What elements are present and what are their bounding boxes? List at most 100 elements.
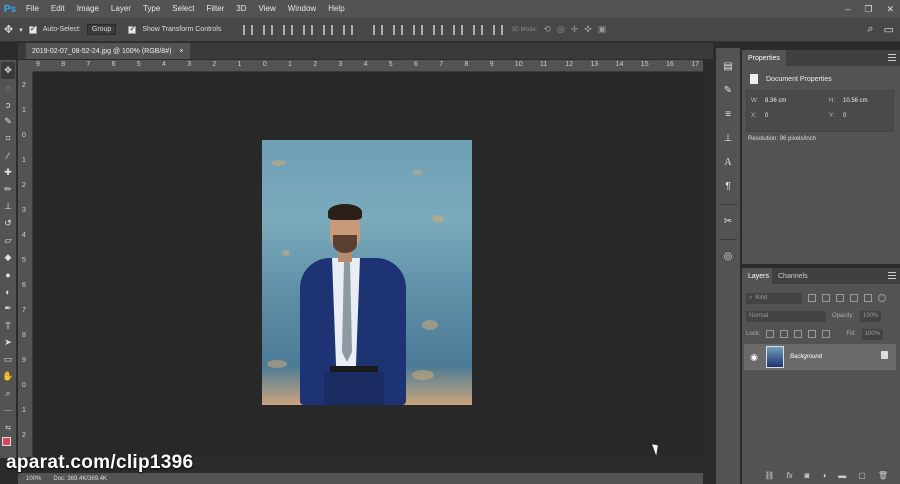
foreground-color-swatch[interactable] [2, 437, 11, 446]
character-panel-icon[interactable]: A [720, 152, 736, 172]
adjustment-layer-icon[interactable]: ◑ [821, 471, 826, 480]
history-brush-tool-icon[interactable]: ↺ [1, 215, 15, 232]
layer-filter-dropdown[interactable]: ⌕ Kind [746, 292, 802, 304]
menu-help[interactable]: Help [322, 0, 350, 18]
3d-scale-icon[interactable]: ▣ [598, 24, 607, 35]
delete-layer-icon[interactable]: 🗑 [878, 471, 888, 480]
tab-properties[interactable]: Properties [742, 50, 786, 66]
layer-style-icon[interactable]: fx [786, 471, 792, 480]
3d-rotate-icon[interactable]: ⟲ [543, 24, 551, 35]
menu-3d[interactable]: 3D [230, 0, 252, 18]
lock-artboard-icon[interactable] [808, 330, 817, 338]
close-tab-icon[interactable]: × [179, 48, 183, 55]
filter-toggle-icon[interactable] [878, 294, 886, 302]
chevron-down-icon[interactable]: ▾ [19, 26, 23, 34]
filter-pixel-icon[interactable] [808, 294, 816, 302]
panel-menu-icon[interactable] [888, 272, 896, 279]
move-tool-icon[interactable]: ✥ [4, 23, 13, 36]
document-tab[interactable]: 2019-02-07_08-52-24.jpg @ 100% (RGB/8#) … [26, 43, 190, 59]
align-vcenter-icon[interactable] [263, 24, 274, 35]
path-select-tool-icon[interactable]: ➤ [1, 334, 15, 351]
align-hcenter-icon[interactable] [323, 24, 334, 35]
menu-select[interactable]: Select [166, 0, 200, 18]
menu-file[interactable]: File [20, 0, 45, 18]
visibility-eye-icon[interactable]: ◉ [748, 352, 760, 363]
x-field[interactable]: 0 [765, 113, 768, 119]
auto-select-checkbox[interactable] [28, 24, 37, 34]
lock-image-icon[interactable] [780, 330, 789, 338]
clone-stamp-tool-icon[interactable]: ⊥ [1, 198, 15, 215]
lasso-tool-icon[interactable]: ↄ [1, 96, 15, 113]
layer-name[interactable]: Background [790, 354, 822, 360]
healing-brush-tool-icon[interactable]: ✚ [1, 164, 15, 181]
zoom-level[interactable]: 100% [26, 476, 41, 482]
workspace-icon[interactable]: ▭ [884, 23, 894, 36]
clone-source-panel-icon[interactable]: ⊥ [720, 128, 736, 148]
menu-edit[interactable]: Edit [45, 0, 71, 18]
marquee-tool-icon[interactable]: ◌ [1, 79, 15, 96]
adjustments-panel-icon[interactable]: ≡ [720, 104, 736, 124]
distribute-left-icon[interactable] [433, 24, 444, 35]
new-group-icon[interactable]: ▬ [838, 471, 846, 480]
opacity-field[interactable]: 100% [860, 310, 882, 322]
tab-channels[interactable]: Channels [772, 268, 814, 284]
3d-pan-icon[interactable]: ✛ [571, 24, 579, 35]
distribute-right-icon[interactable] [473, 24, 484, 35]
document-image[interactable] [262, 140, 472, 405]
filter-type-icon[interactable] [836, 294, 844, 302]
align-right-icon[interactable] [343, 24, 354, 35]
add-mask-icon[interactable]: ◙ [805, 471, 810, 480]
eraser-tool-icon[interactable]: ▱ [1, 232, 15, 249]
menu-filter[interactable]: Filter [201, 0, 231, 18]
distribute-top-icon[interactable] [373, 24, 384, 35]
move-tool-icon[interactable]: ✥ [1, 62, 15, 79]
type-tool-icon[interactable]: T [1, 317, 15, 334]
layer-row[interactable]: ◉ Background [744, 344, 896, 370]
more-tools-icon[interactable]: ⋯ [1, 402, 15, 419]
rectangle-tool-icon[interactable]: ▭ [1, 351, 15, 368]
minimize-icon[interactable]: – [845, 4, 850, 14]
tab-layers[interactable]: Layers [742, 268, 776, 284]
3d-slide-icon[interactable]: ✜ [584, 24, 592, 35]
quick-select-tool-icon[interactable]: ✎ [1, 113, 15, 130]
y-field[interactable]: 0 [843, 113, 846, 119]
hand-tool-icon[interactable]: ✋ [1, 368, 15, 385]
restore-icon[interactable]: ❐ [864, 4, 872, 15]
align-bottom-icon[interactable] [283, 24, 294, 35]
dodge-tool-icon[interactable]: ◐ [1, 283, 15, 300]
panel-menu-icon[interactable] [888, 54, 896, 61]
link-layers-icon[interactable]: ⛓ [764, 471, 774, 480]
distribute-hcenter-icon[interactable] [453, 24, 464, 35]
blur-tool-icon[interactable]: ● [1, 266, 15, 283]
search-icon[interactable]: ⌕ [867, 23, 873, 36]
pen-tool-icon[interactable]: ✒ [1, 300, 15, 317]
fill-field[interactable]: 100% [861, 328, 884, 340]
brush-panel-icon[interactable]: ✎ [720, 80, 736, 100]
history-panel-icon[interactable]: ▤ [720, 56, 736, 76]
lock-transparent-icon[interactable] [766, 330, 775, 338]
tool-presets-icon[interactable]: ✂ [720, 211, 736, 231]
align-top-icon[interactable] [243, 24, 254, 35]
menu-image[interactable]: Image [71, 0, 105, 18]
menu-view[interactable]: View [253, 0, 282, 18]
filter-shape-icon[interactable] [850, 294, 858, 302]
distribute-bottom-icon[interactable] [413, 24, 424, 35]
brush-tool-icon[interactable]: ✏ [1, 181, 15, 198]
filter-adjustment-icon[interactable] [822, 294, 830, 302]
filter-smart-object-icon[interactable] [864, 294, 872, 302]
blend-mode-dropdown[interactable]: Normal [746, 310, 826, 322]
paragraph-panel-icon[interactable]: ¶ [720, 176, 736, 196]
menu-type[interactable]: Type [137, 0, 166, 18]
width-field[interactable]: 8.36 cm [765, 98, 786, 104]
new-layer-icon[interactable]: ▢ [858, 471, 866, 480]
crop-tool-icon[interactable]: ⌗ [1, 130, 15, 147]
lock-position-icon[interactable] [794, 330, 803, 338]
lock-all-icon[interactable] [822, 330, 831, 338]
libraries-panel-icon[interactable]: ◎ [720, 246, 736, 266]
3d-roll-icon[interactable]: ◎ [557, 24, 565, 35]
auto-align-icon[interactable] [493, 24, 504, 35]
swap-colors-icon[interactable]: ⇆ [1, 419, 15, 436]
show-transform-checkbox[interactable] [128, 24, 137, 34]
align-left-icon[interactable] [303, 24, 314, 35]
height-field[interactable]: 10.56 cm [843, 98, 868, 104]
